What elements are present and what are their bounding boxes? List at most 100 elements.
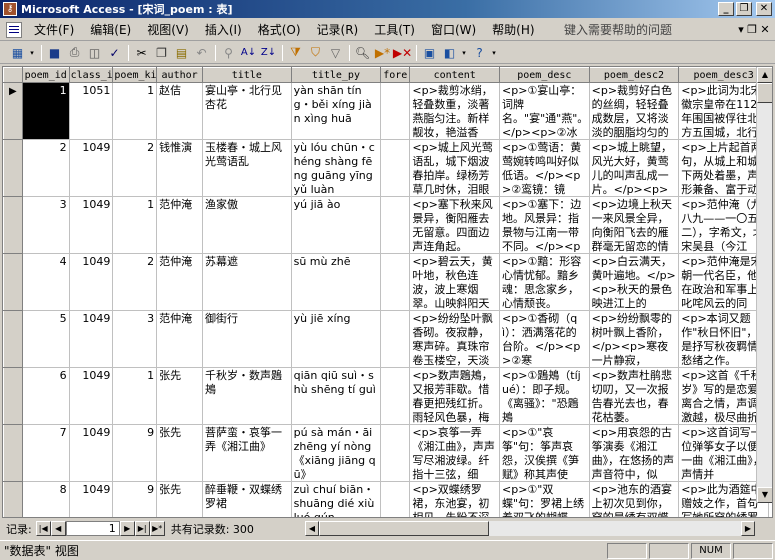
cell-fore[interactable] (380, 82, 411, 140)
cell-poem-kind[interactable]: 2 (112, 253, 158, 311)
doc-restore-icon[interactable]: ❐ (746, 23, 758, 36)
cell-fore[interactable] (380, 139, 411, 197)
cell-poem-desc[interactable]: <p>①莺语：黄莺婉转鸣叫好似低语。</p><p>②鸾镜：镜子。 (499, 139, 590, 197)
cell-poem-id[interactable]: 6 (21, 367, 70, 425)
new-object-dropdown-icon[interactable]: ▾ (460, 49, 468, 57)
cell-poem-kind[interactable]: 2 (112, 139, 158, 197)
cell-poem-desc2[interactable]: <p>用哀怨的古筝演奏《湘江曲》，在悠扬的声声音符中，似 (588, 424, 680, 482)
cell-poem-id[interactable]: 7 (21, 424, 70, 482)
horizontal-scrollbar[interactable]: ◀ ▶ (305, 521, 755, 536)
cell-author[interactable]: 张先 (156, 481, 204, 517)
record-selector[interactable] (3, 253, 23, 311)
print-icon[interactable]: ⎙ (65, 44, 84, 62)
cell-title[interactable]: 御街行 (202, 310, 292, 368)
database-window-icon[interactable]: ▣ (420, 44, 439, 62)
cell-class-id[interactable]: 1051 (68, 82, 114, 140)
view-icon[interactable]: ▦ (8, 44, 27, 62)
copy-icon[interactable]: ❐ (152, 44, 171, 62)
cell-poem-id[interactable]: 2 (21, 139, 70, 197)
help-question-input[interactable]: 键入需要帮助的问题 (560, 21, 730, 39)
cell-poem-kind[interactable]: 9 (112, 424, 158, 482)
cell-title[interactable]: 千秋岁・数声鶗鴂 (202, 367, 292, 425)
menu-help[interactable]: 帮助(H) (484, 21, 542, 38)
column-header-poem-desc2[interactable]: poem_desc2 (588, 67, 680, 83)
cell-poem-desc[interactable]: <p>①香砌（qì）：洒满落花的台阶。</p><p>②寒 (499, 310, 590, 368)
column-header-title-py[interactable]: title_py (290, 67, 382, 83)
minimize-button[interactable]: _ (718, 2, 734, 16)
cell-content[interactable]: <p>双蝶绣罗裙，东池宴，初相见。朱粉不深匀，闲花淡淡 (409, 481, 501, 517)
cell-poem-id[interactable]: 8 (21, 481, 70, 517)
column-header-title[interactable]: title (202, 67, 292, 83)
cell-title-py[interactable]: yú jiā ào (290, 196, 382, 254)
scroll-left-arrow-icon[interactable]: ◀ (305, 521, 319, 536)
close-button[interactable]: ✕ (756, 2, 772, 16)
cell-class-id[interactable]: 1049 (68, 481, 114, 517)
hyperlink-icon[interactable]: ⚲ (219, 44, 238, 62)
new-record-nav-icon[interactable]: ▶* (149, 521, 165, 536)
cell-author[interactable]: 钱惟演 (156, 139, 204, 197)
cell-poem-desc[interactable]: <p>①"双蝶"句：罗裙上绣着双飞的蝴蝶。</p><p>②"朱 (499, 481, 590, 517)
cell-fore[interactable] (380, 367, 411, 425)
doc-close-icon[interactable]: ✕ (759, 23, 771, 36)
last-record-icon[interactable]: ▶| (134, 521, 150, 536)
record-selector[interactable] (3, 310, 23, 368)
cell-poem-desc2[interactable]: <p>城上眺望，风光大好，黄莺儿的叫声乱成一片。</p><p>城 (588, 139, 680, 197)
cell-fore[interactable] (380, 253, 411, 311)
next-record-icon[interactable]: ▶ (119, 521, 135, 536)
menu-view[interactable]: 视图(V) (139, 21, 197, 38)
help-icon[interactable]: ? (470, 44, 489, 62)
cell-poem-kind[interactable]: 3 (112, 310, 158, 368)
print-preview-icon[interactable]: ◫ (85, 44, 104, 62)
cell-content[interactable]: <p>纷纷坠叶飘香砌。夜寂静，寒声碎。真珠帘卷玉楼空，天淡 (409, 310, 501, 368)
previous-record-icon[interactable]: ◀ (50, 521, 66, 536)
select-all-corner[interactable] (3, 67, 23, 83)
scroll-down-arrow-icon[interactable]: ▼ (757, 487, 772, 503)
cell-poem-id[interactable]: 1 (21, 82, 70, 140)
cell-fore[interactable] (380, 481, 411, 517)
cell-poem-id[interactable]: 5 (21, 310, 70, 368)
menu-insert[interactable]: 插入(I) (197, 21, 250, 38)
cell-title[interactable]: 渔家傲 (202, 196, 292, 254)
cell-poem-desc[interactable]: <p>①塞下：边地。风景异：指景物与江南一带不同。</p><p> (499, 196, 590, 254)
sort-descending-icon[interactable]: Z↓ (259, 44, 278, 62)
cell-title-py[interactable]: sū mù zhē (290, 253, 382, 311)
column-header-poem-kind[interactable]: poem_ki (112, 67, 158, 83)
record-selector[interactable] (3, 424, 23, 482)
cell-title[interactable]: 醉垂鞭・双蝶绣罗裙 (202, 481, 292, 517)
cell-title[interactable]: 菩萨蛮・哀筝一弄《湘江曲》 (202, 424, 292, 482)
cell-poem-kind[interactable]: 9 (112, 481, 158, 517)
cell-poem-desc2[interactable]: <p>池东的酒宴上初次见到你，穿的是绣有双蝶的罗裙， (588, 481, 680, 517)
view-dropdown-icon[interactable]: ▾ (28, 49, 36, 57)
filter-by-selection-icon[interactable]: ⧩ (286, 44, 305, 62)
cell-class-id[interactable]: 1049 (68, 253, 114, 311)
column-header-poem-desc[interactable]: poem_desc (499, 67, 590, 83)
record-selector[interactable] (3, 367, 23, 425)
save-icon[interactable]: ■ (45, 44, 64, 62)
cell-author[interactable]: 赵佶 (156, 82, 204, 140)
paste-icon[interactable]: ▤ (172, 44, 191, 62)
spell-check-icon[interactable]: ✓ (105, 44, 124, 62)
column-header-author[interactable]: author (156, 67, 204, 83)
apply-filter-icon[interactable]: ▽ (326, 44, 345, 62)
cell-poem-kind[interactable]: 1 (112, 196, 158, 254)
toolbar-options-icon[interactable]: ▾ (490, 49, 498, 57)
scroll-right-arrow-icon[interactable]: ▶ (741, 521, 755, 536)
cell-fore[interactable] (380, 310, 411, 368)
cell-poem-desc[interactable]: <p>①"哀筝"句：筝声哀怨，汉俟撰《笋赋》称其声使人"感 (499, 424, 590, 482)
menu-edit[interactable]: 编辑(E) (82, 21, 139, 38)
cell-fore[interactable] (380, 424, 411, 482)
cell-poem-kind[interactable]: 1 (112, 82, 158, 140)
column-header-class-id[interactable]: class_i (68, 67, 114, 83)
cell-class-id[interactable]: 1049 (68, 196, 114, 254)
cell-poem-desc[interactable]: <p>①宴山亭：词牌名。"宴"通"燕"。</p><p>②冰 (499, 82, 590, 140)
cell-author[interactable]: 范仲淹 (156, 310, 204, 368)
record-selector-current[interactable]: ▶ (3, 82, 23, 140)
cell-title-py[interactable]: yàn shān tíng・běi xíng jiàn xìng huā (290, 82, 382, 140)
cell-content[interactable]: <p>城上风光莺语乱，城下烟波春拍岸。绿杨芳草几时休，泪眼 (409, 139, 501, 197)
cell-content[interactable]: <p>裁剪冰绡，轻叠数重，淡著燕脂匀注。新样靓妆，艳溢香 (409, 82, 501, 140)
record-selector[interactable] (3, 196, 23, 254)
cell-title-py[interactable]: zuì chuí biān・shuāng dié xiù luó qún (290, 481, 382, 517)
cell-title-py[interactable]: yù lóu chūn・chéng shàng fēng guāng yīng … (290, 139, 382, 197)
cell-author[interactable]: 张先 (156, 367, 204, 425)
cell-poem-desc[interactable]: <p>①鶗鴂（tíjué）：即子规。《离骚》："恐鶗鴂 (499, 367, 590, 425)
